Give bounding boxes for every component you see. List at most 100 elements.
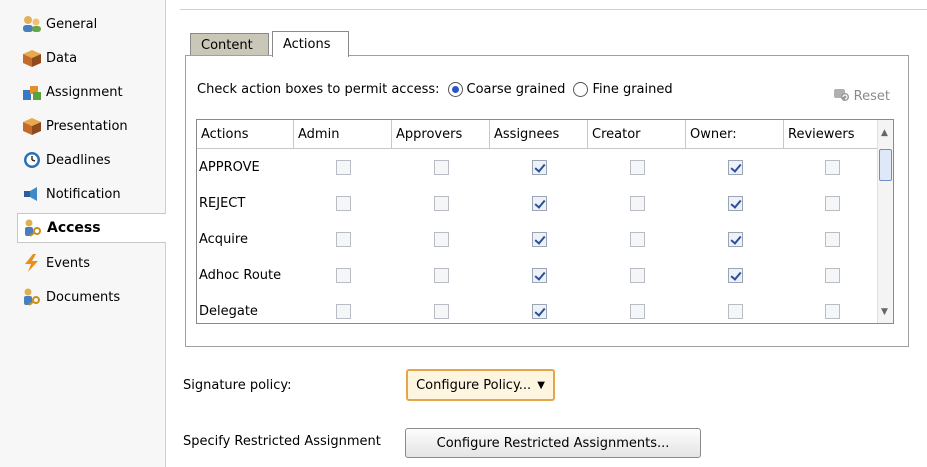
table-header: Actions Admin Approvers Assignees Creato…: [197, 120, 880, 149]
table-row: Adhoc Route: [197, 257, 880, 293]
dropdown-arrow-icon: ▼: [537, 379, 545, 391]
permission-checkbox[interactable]: [433, 195, 449, 211]
configure-policy-button[interactable]: Configure Policy... ▼: [406, 369, 555, 401]
permission-checkbox[interactable]: [433, 267, 449, 283]
permission-checkbox[interactable]: [433, 303, 449, 319]
sidebar: General Data Assignment Presentation Dea…: [0, 0, 167, 467]
checkbox-cell: [686, 257, 784, 293]
tab-actions[interactable]: Actions: [272, 31, 349, 57]
permission-checkbox[interactable]: [629, 195, 645, 211]
fine-grained-label[interactable]: Fine grained: [592, 82, 672, 97]
sidebar-item-label: Events: [46, 255, 91, 271]
permission-checkbox[interactable]: [629, 303, 645, 319]
checkbox-cell: [588, 293, 686, 323]
column-header-assignees[interactable]: Assignees: [490, 120, 588, 148]
checkbox-cell: [392, 293, 490, 323]
column-header-owner[interactable]: Owner:: [686, 120, 784, 148]
permission-checkbox[interactable]: [629, 231, 645, 247]
checkbox-cell: [588, 185, 686, 221]
sidebar-item-label: Data: [46, 50, 78, 66]
permission-checkbox[interactable]: [531, 159, 547, 175]
fine-grained-radio[interactable]: [573, 82, 589, 97]
permission-checkbox[interactable]: [824, 303, 840, 319]
sidebar-item-label: Deadlines: [46, 152, 111, 168]
sidebar-item-access[interactable]: Access: [17, 213, 167, 243]
permission-checkbox[interactable]: [629, 267, 645, 283]
permission-checkbox[interactable]: [531, 303, 547, 319]
sidebar-item-assignment[interactable]: Assignment: [21, 77, 165, 107]
signature-policy-label: Signature policy:: [183, 378, 292, 393]
permission-checkbox[interactable]: [433, 159, 449, 175]
configure-restricted-assignments-button[interactable]: Configure Restricted Assignments...: [405, 428, 701, 458]
column-header-reviewers[interactable]: Reviewers: [784, 120, 880, 148]
checkbox-cell: [686, 221, 784, 257]
column-header-actions[interactable]: Actions: [197, 120, 294, 148]
permission-checkbox[interactable]: [531, 195, 547, 211]
main-panel: Content Actions Check action boxes to pe…: [166, 0, 927, 467]
checkbox-cell: [294, 185, 392, 221]
permission-checkbox[interactable]: [335, 267, 351, 283]
permission-checkbox[interactable]: [824, 231, 840, 247]
sidebar-item-events[interactable]: Events: [21, 248, 165, 278]
checkbox-cell: [294, 257, 392, 293]
permission-checkbox[interactable]: [824, 267, 840, 283]
actions-panel: Check action boxes to permit access: Coa…: [185, 55, 909, 347]
permission-checkbox[interactable]: [727, 303, 743, 319]
checkbox-cell: [490, 257, 588, 293]
permission-checkbox[interactable]: [433, 231, 449, 247]
tab-content[interactable]: Content: [190, 33, 269, 56]
permission-checkbox[interactable]: [727, 267, 743, 283]
checkbox-cell: [294, 221, 392, 257]
notification-icon: [21, 184, 43, 204]
permission-checkbox[interactable]: [335, 303, 351, 319]
checkbox-cell: [392, 149, 490, 185]
sidebar-item-notification[interactable]: Notification: [21, 179, 165, 209]
sidebar-item-documents[interactable]: Documents: [21, 282, 165, 312]
column-header-admin[interactable]: Admin: [294, 120, 392, 148]
checkbox-cell: [490, 185, 588, 221]
permission-checkbox[interactable]: [531, 231, 547, 247]
permission-checkbox[interactable]: [335, 231, 351, 247]
divider: [180, 9, 927, 10]
sidebar-item-label: General: [46, 16, 98, 32]
permission-checkbox[interactable]: [727, 195, 743, 211]
vertical-scrollbar[interactable]: ▲ ▼: [877, 120, 893, 323]
sidebar-item-presentation[interactable]: Presentation: [21, 111, 165, 141]
checkbox-cell: [392, 185, 490, 221]
permission-instruction: Check action boxes to permit access:: [197, 82, 440, 97]
scroll-up-icon[interactable]: ▲: [881, 128, 888, 138]
permission-checkbox[interactable]: [531, 267, 547, 283]
reset-label: Reset: [853, 88, 890, 104]
permission-checkbox[interactable]: [335, 159, 351, 175]
lightning-icon: [21, 253, 43, 273]
actions-table: Actions Admin Approvers Assignees Creato…: [196, 119, 894, 324]
reset-icon: [832, 86, 850, 106]
reset-button[interactable]: Reset: [832, 86, 890, 106]
table-row: APPROVE: [197, 149, 880, 185]
permission-checkbox[interactable]: [727, 231, 743, 247]
sidebar-item-deadlines[interactable]: Deadlines: [21, 145, 165, 175]
cube-icon: [21, 48, 43, 68]
coarse-grained-label[interactable]: Coarse grained: [467, 82, 566, 97]
permission-checkbox[interactable]: [727, 159, 743, 175]
permission-checkbox[interactable]: [824, 159, 840, 175]
scroll-thumb[interactable]: [879, 149, 892, 181]
permission-checkbox[interactable]: [629, 159, 645, 175]
column-header-approvers[interactable]: Approvers: [392, 120, 490, 148]
action-name: Adhoc Route: [199, 267, 282, 283]
checkbox-cell: [784, 149, 880, 185]
coarse-grained-radio[interactable]: [447, 82, 463, 97]
action-name: APPROVE: [199, 159, 260, 175]
scroll-down-icon[interactable]: ▼: [881, 307, 888, 317]
column-header-creator[interactable]: Creator: [588, 120, 686, 148]
assignment-icon: [21, 82, 43, 102]
sidebar-item-label: Notification: [46, 186, 121, 202]
key-person-icon: [21, 287, 43, 307]
key-person-icon: [22, 218, 44, 238]
sidebar-item-general[interactable]: General: [21, 9, 165, 39]
sidebar-item-data[interactable]: Data: [21, 43, 165, 73]
sidebar-item-label: Presentation: [46, 118, 128, 134]
permission-checkbox[interactable]: [335, 195, 351, 211]
permission-checkbox[interactable]: [824, 195, 840, 211]
checkbox-cell: [294, 149, 392, 185]
